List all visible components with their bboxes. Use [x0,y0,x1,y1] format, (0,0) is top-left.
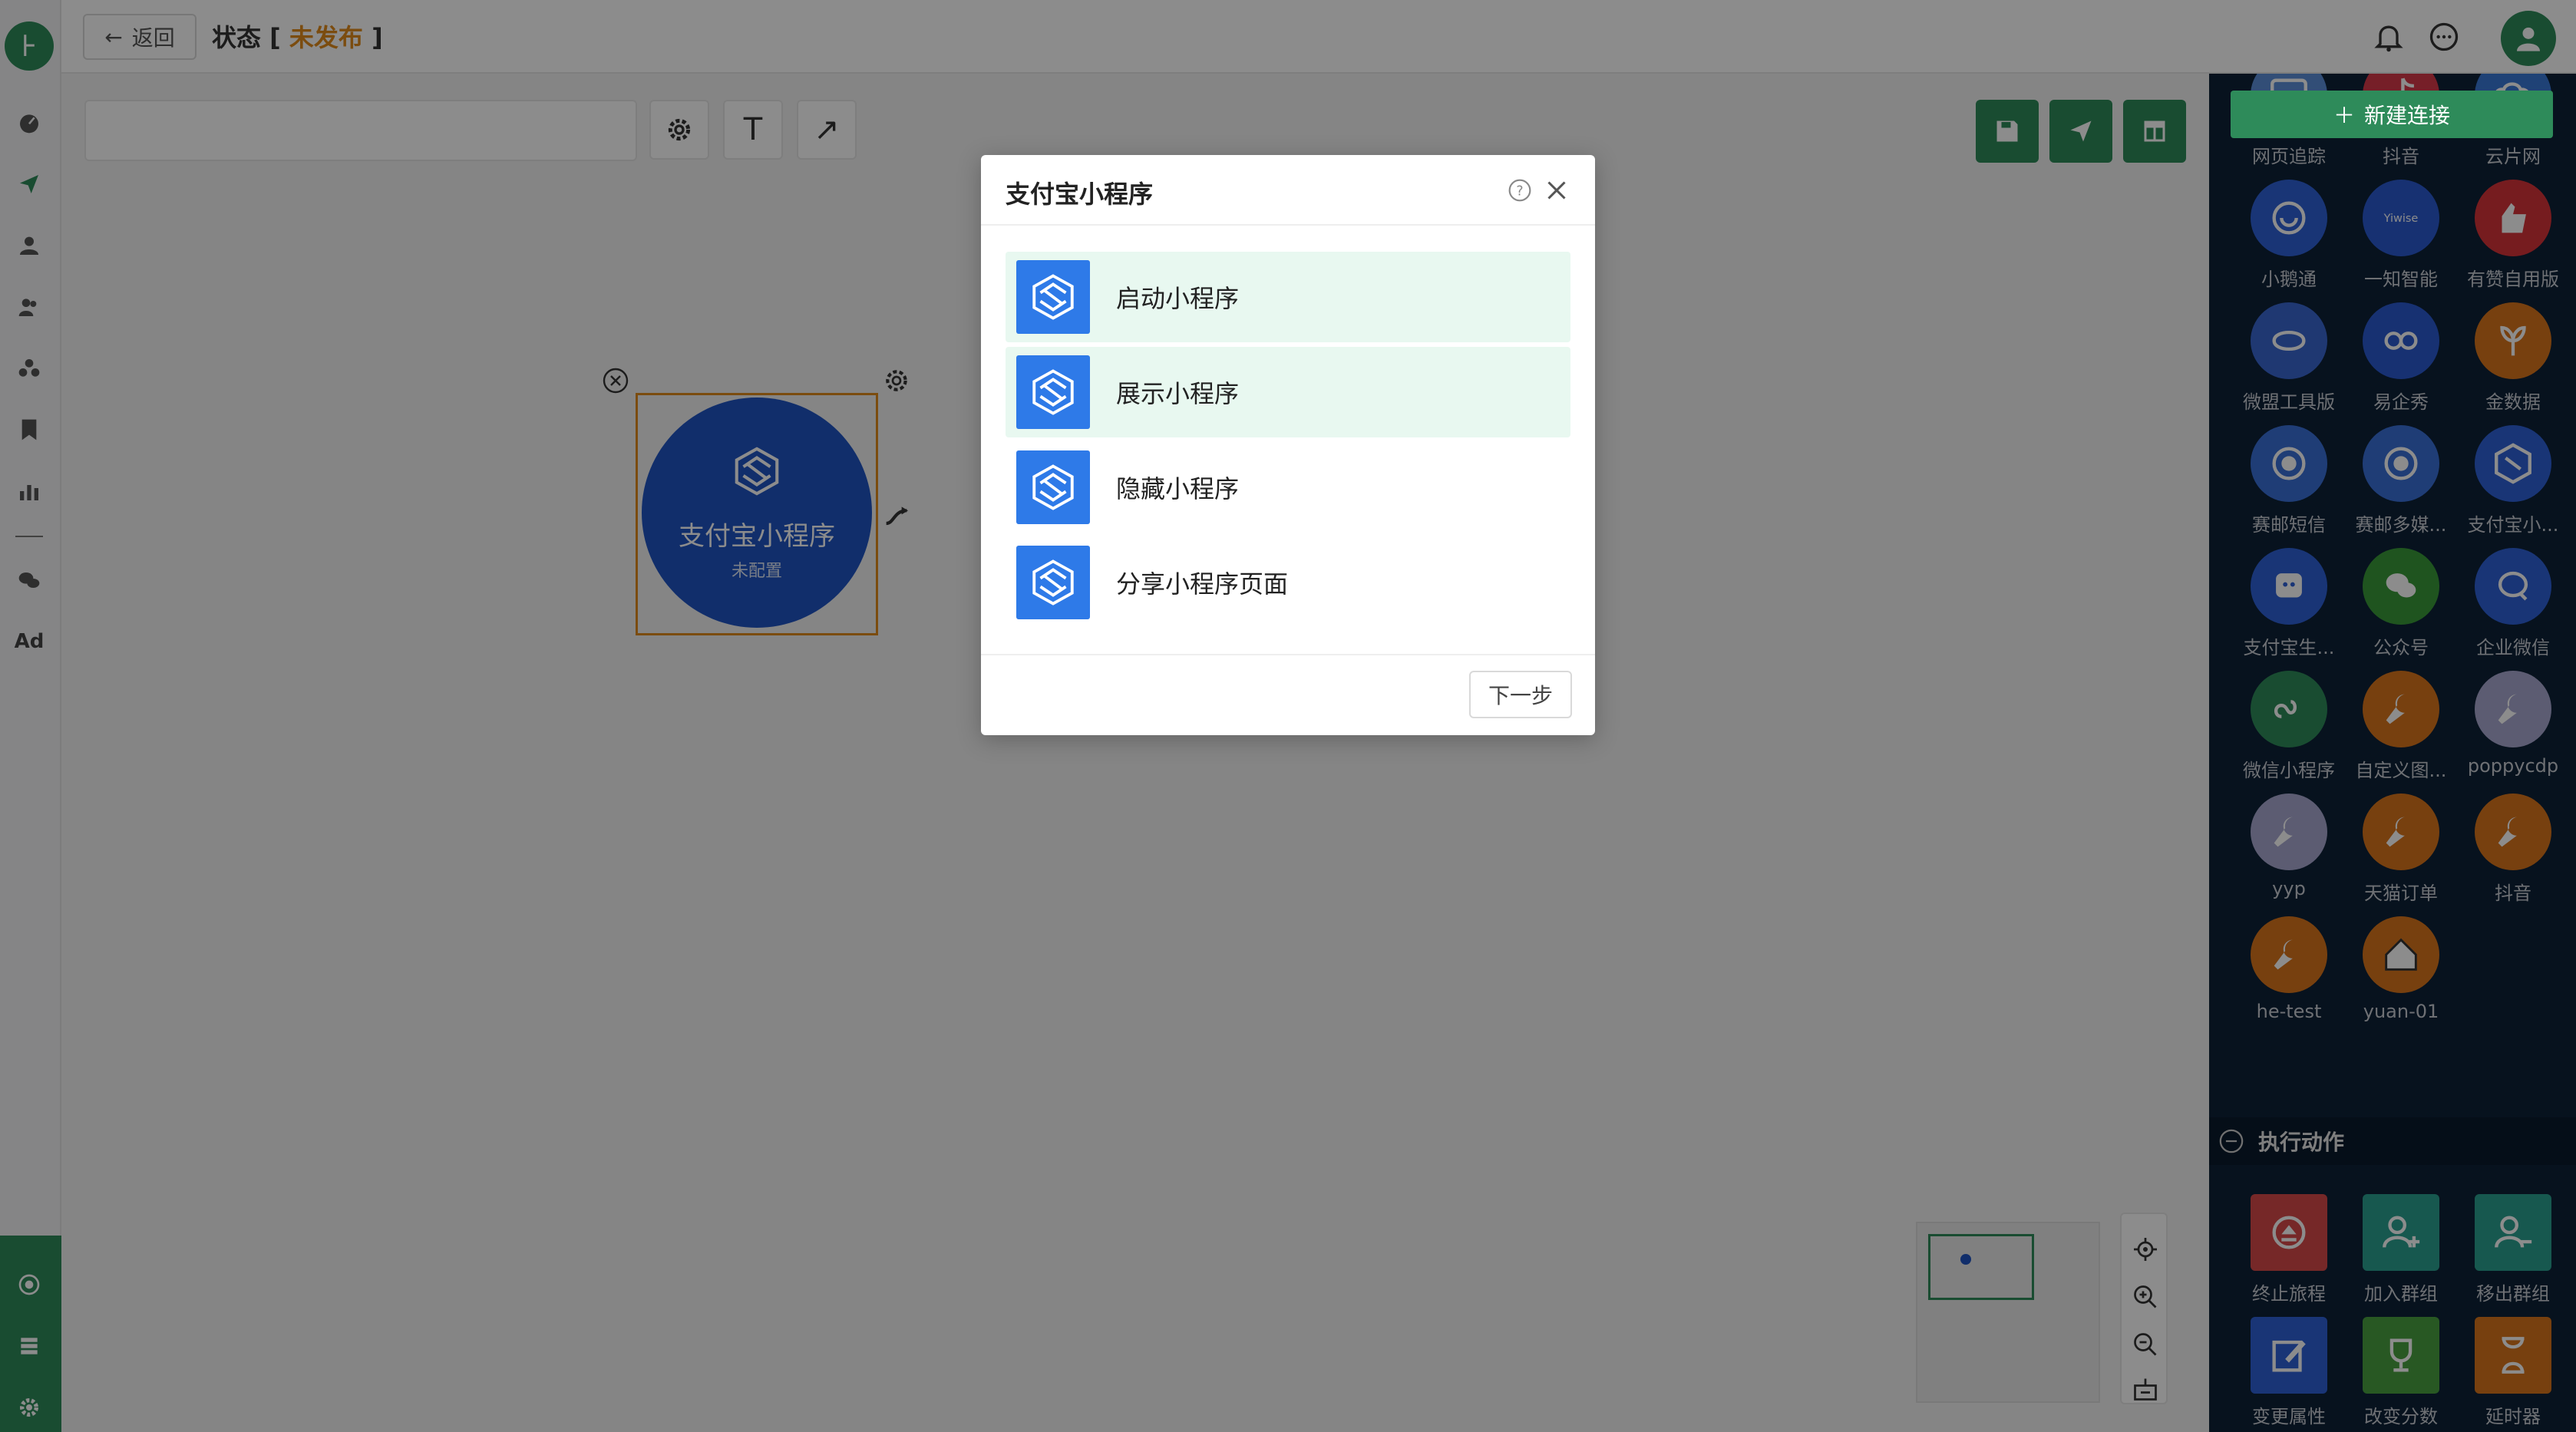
option-item[interactable]: 隐藏小程序 [1006,442,1570,533]
option-label: 启动小程序 [1116,284,1240,313]
dialog-title: 支付宝小程序 [1006,180,1154,209]
alipay-mini-dialog: 支付宝小程序 ? 启动小程序展示小程序隐藏小程序分享小程序页面 下一步 [981,155,1595,735]
option-label: 分享小程序页面 [1116,569,1289,599]
help-icon[interactable]: ? [1508,178,1532,203]
dialog-footer-divider [981,654,1595,655]
alipay-mini-icon [1016,260,1090,334]
new-connection-label: 新建连接 [2364,103,2451,128]
option-item[interactable]: 启动小程序 [1006,252,1570,342]
option-label: 隐藏小程序 [1116,474,1240,503]
alipay-mini-icon [1016,450,1090,524]
alipay-mini-icon [1016,355,1090,429]
plus-icon: ＋ [2333,103,2355,128]
next-step-button[interactable]: 下一步 [1469,671,1572,718]
alipay-mini-icon [1016,546,1090,619]
close-icon[interactable] [1543,177,1570,204]
svg-text:?: ? [1516,184,1523,200]
new-connection-button[interactable]: ＋ 新建连接 [2231,91,2553,138]
dialog-header: 支付宝小程序 ? [981,155,1595,226]
option-item[interactable]: 展示小程序 [1006,347,1570,437]
option-label: 展示小程序 [1116,379,1240,408]
option-item[interactable]: 分享小程序页面 [1006,537,1570,628]
